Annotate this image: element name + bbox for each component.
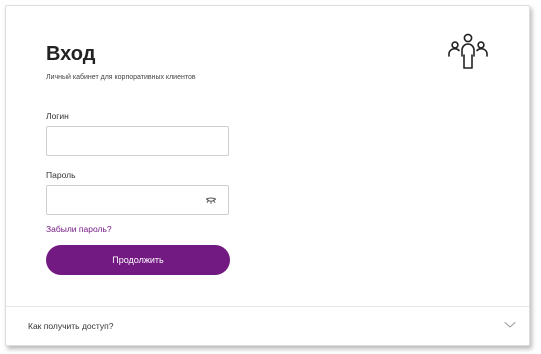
page-title: Вход <box>46 43 96 65</box>
continue-button[interactable]: Продолжить <box>46 245 230 275</box>
people-group-icon <box>448 33 488 69</box>
forgot-password-link[interactable]: Забыли пароль? <box>46 223 112 235</box>
password-label: Пароль <box>46 170 76 180</box>
how-to-get-access-label: Как получить доступ? <box>28 321 114 331</box>
how-to-get-access-toggle[interactable]: Как получить доступ? <box>6 307 529 345</box>
login-input[interactable] <box>46 126 229 156</box>
chevron-down-icon <box>504 322 516 328</box>
page-subtitle: Личный кабинет для корпоративных клиенто… <box>46 74 196 81</box>
login-card: Вход Личный кабинет для корпоративных кл… <box>5 5 530 346</box>
eye-closed-icon[interactable] <box>205 194 217 206</box>
password-input[interactable] <box>46 185 229 215</box>
login-label: Логин <box>46 111 69 121</box>
